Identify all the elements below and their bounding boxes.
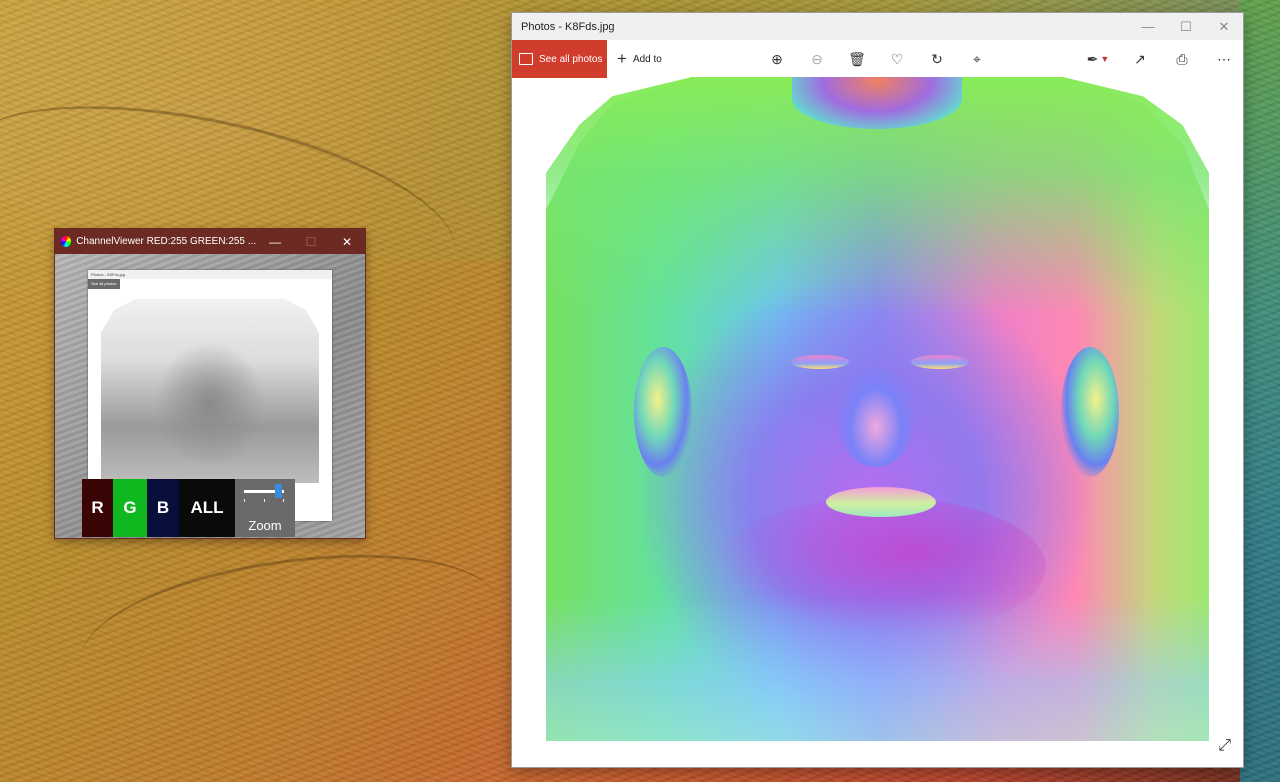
close-button[interactable]: ✕ <box>1205 13 1243 40</box>
photos-titlebar: Photos - K8Fds.jpg — ☐ ✕ <box>512 13 1243 40</box>
see-all-photos-button[interactable]: See all photos <box>512 40 607 78</box>
photo-icon <box>519 53 533 65</box>
zoom-slider-thumb[interactable] <box>275 484 282 498</box>
normal-map-right-ear <box>1061 347 1119 477</box>
photos-window: Photos - K8Fds.jpg — ☐ ✕ See all photos … <box>512 13 1243 767</box>
minimize-button[interactable]: — <box>257 235 293 249</box>
color-wheel-icon <box>61 236 72 247</box>
channelviewer-window: ChannelViewer RED:255 GREEN:255 ... — ☐ … <box>55 229 365 538</box>
rotate-icon[interactable]: ↻ <box>928 50 946 68</box>
normal-map-nose <box>836 367 916 467</box>
green-channel-button[interactable]: G <box>113 479 147 537</box>
red-channel-button[interactable]: R <box>82 479 113 537</box>
desktop-wallpaper-edge <box>1240 0 1280 782</box>
channelviewer-title: ChannelViewer RED:255 GREEN:255 ... <box>76 236 257 247</box>
close-button[interactable]: ✕ <box>329 235 365 249</box>
edit-icon[interactable]: ✒ ▼ <box>1087 50 1110 68</box>
all-channels-button[interactable]: ALL <box>179 479 235 537</box>
more-icon[interactable]: ⋯ <box>1215 50 1233 68</box>
maximize-button[interactable]: ☐ <box>293 235 329 249</box>
preview-see-all-label: See all photos <box>88 279 120 289</box>
favorite-icon[interactable]: ♡ <box>888 50 906 68</box>
crop-icon[interactable]: ⌖ <box>968 50 986 68</box>
normal-map-neck <box>546 597 1209 741</box>
zoom-control: Zoom <box>235 479 295 537</box>
channelviewer-titlebar: ChannelViewer RED:255 GREEN:255 ... — ☐ … <box>55 229 365 254</box>
share-icon[interactable]: ↗ <box>1131 50 1149 68</box>
zoom-out-icon[interactable]: ⊖ <box>808 50 826 68</box>
maximize-button[interactable]: ☐ <box>1167 13 1205 40</box>
zoom-in-icon[interactable]: ⊕ <box>768 50 786 68</box>
plus-icon: + <box>617 49 627 68</box>
photo-image <box>546 77 1209 741</box>
chevron-down-icon: ▼ <box>1100 54 1110 64</box>
zoom-label: Zoom <box>248 518 282 533</box>
fullscreen-icon[interactable]: ⤢ <box>1218 737 1231 755</box>
window-title: Photos - K8Fds.jpg <box>521 20 615 33</box>
see-all-photos-label: See all photos <box>539 53 603 65</box>
add-to-button[interactable]: + Add to <box>617 49 662 68</box>
preview-face-image <box>101 298 319 483</box>
zoom-slider-ticks <box>244 499 284 502</box>
channel-buttons: R G B ALL Zoom <box>82 479 295 537</box>
photos-toolbar: See all photos + Add to ⊕ ⊖ 🗑 ♡ ↻ ⌖ ✒ ▼ ↗… <box>512 40 1243 78</box>
print-icon[interactable]: ⎙ <box>1173 50 1191 68</box>
minimize-button[interactable]: — <box>1129 13 1167 40</box>
delete-icon[interactable]: 🗑 <box>848 50 866 68</box>
blue-channel-button[interactable]: B <box>147 479 179 537</box>
normal-map-left-eye <box>791 355 849 369</box>
normal-map-left-ear <box>634 347 692 477</box>
add-to-label: Add to <box>632 53 662 65</box>
normal-map-right-eye <box>911 355 969 369</box>
wallpaper-streak <box>72 531 508 732</box>
preview-title: Photos - K8Fds.jpg <box>88 270 332 279</box>
normal-map-mouth <box>826 487 936 517</box>
